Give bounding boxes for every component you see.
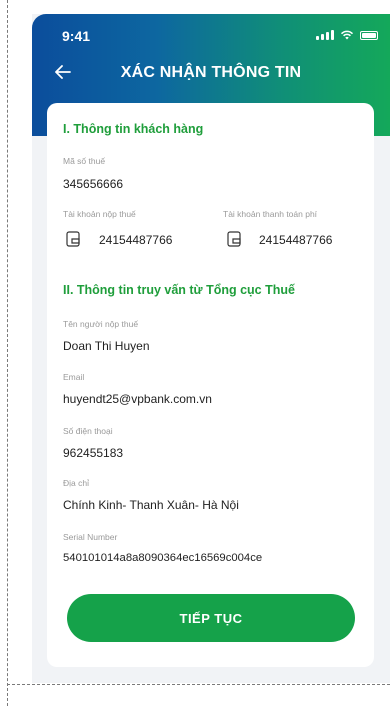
taxpayer-name-value: Doan Thi Huyen: [63, 339, 150, 353]
continue-button[interactable]: TIẾP TỤC: [67, 594, 355, 642]
email-label: Email: [63, 372, 85, 382]
wallet-icon: [66, 231, 80, 247]
address-value: Chính Kinh- Thanh Xuân- Hà Nội: [63, 498, 239, 512]
info-card: I. Thông tin khách hàng Mã số thuế 34565…: [47, 103, 374, 667]
tax-account-label: Tài khoản nộp thuế: [63, 209, 136, 219]
address-label: Địa chỉ: [63, 478, 89, 488]
serial-number-label: Serial Number: [63, 532, 118, 542]
phone-screen: 9:41 XÁC NHẬN THÔNG TIN I. Thông tin khá…: [32, 14, 390, 683]
fee-account-label: Tài khoản thanh toán phí: [223, 209, 318, 219]
tax-account-value: 24154487766: [99, 233, 173, 247]
tax-code-value: 345656666: [63, 177, 124, 191]
battery-icon: [360, 30, 378, 40]
frame-border-bottom: [7, 684, 390, 685]
wallet-icon: [227, 231, 241, 247]
serial-number-value: 540101014a8a8090364ec16569c004ce: [63, 552, 263, 564]
frame-border-left: [7, 0, 8, 706]
phone-value: 962455183: [63, 446, 124, 460]
tax-code-label: Mã số thuế: [63, 156, 106, 166]
phone-label: Số điện thoại: [63, 426, 113, 436]
email-value: huyendt25@vpbank.com.vn: [63, 392, 212, 406]
taxpayer-name-label: Tên người nộp thuế: [63, 319, 139, 329]
wifi-icon: [340, 30, 354, 40]
status-icons: [316, 30, 378, 40]
status-time: 9:41: [62, 28, 91, 44]
section-customer-title: I. Thông tin khách hàng: [63, 122, 204, 136]
fee-account-value: 24154487766: [259, 233, 333, 247]
page-title: XÁC NHẬN THÔNG TIN: [120, 64, 302, 81]
signal-icon: [316, 30, 334, 40]
section-tax-query-title: II. Thông tin truy vấn từ Tổng cục Thuế: [63, 283, 295, 297]
